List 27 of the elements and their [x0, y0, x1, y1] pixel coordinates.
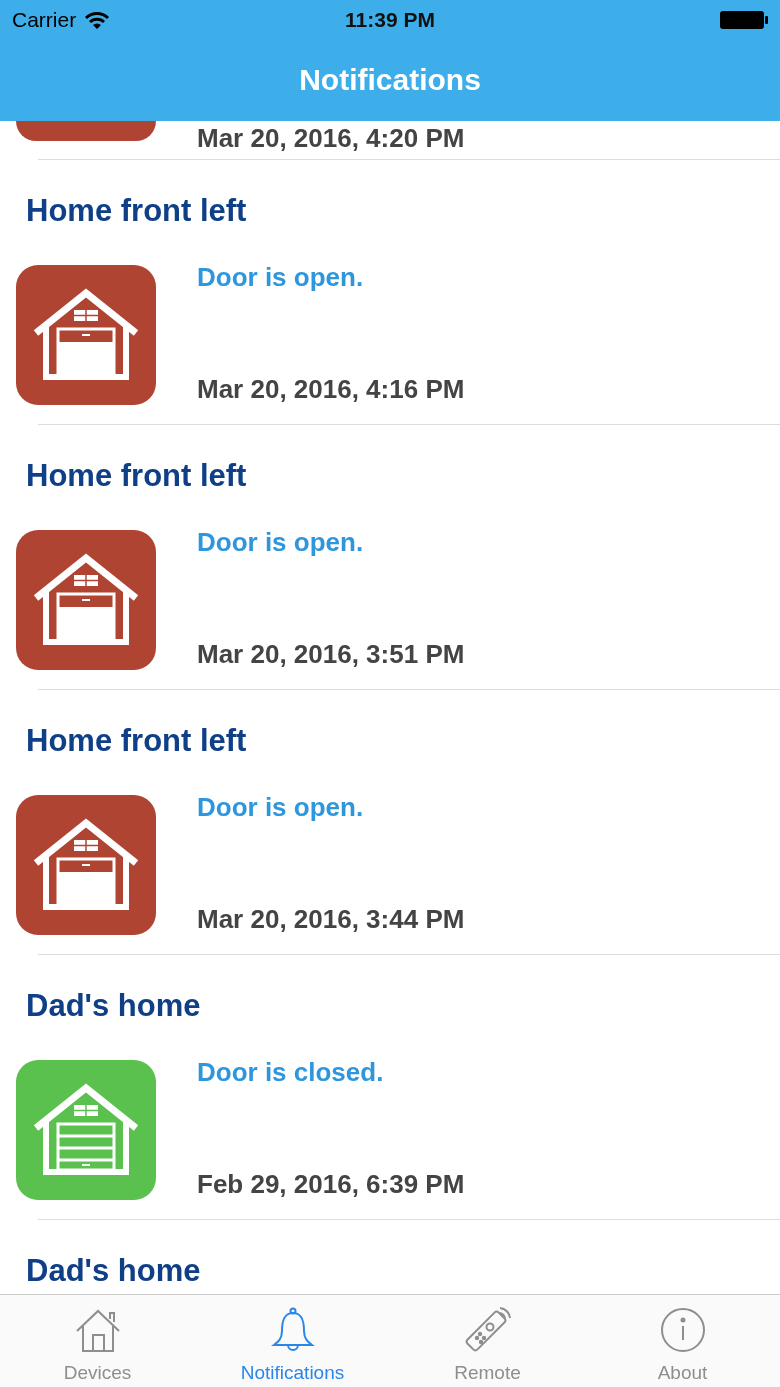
notification-message: Door is open.	[197, 262, 365, 292]
device-name: Dad's home	[26, 988, 201, 1023]
tab-bar-item[interactable]: Notifications	[195, 1295, 390, 1387]
bell-icon	[269, 1307, 316, 1353]
notification-message: Door is closed.	[197, 1057, 385, 1087]
device-name: Home front left	[26, 193, 247, 228]
notification-message: Door is open.	[197, 527, 365, 557]
tab-bar-item[interactable]: About	[585, 1295, 780, 1387]
notification-date: Mar 20, 2016, 4:20 PM	[197, 123, 465, 153]
info-icon	[659, 1307, 706, 1353]
carrier-label: Carrier	[12, 7, 77, 34]
notification-date: Feb 29, 2016, 6:39 PM	[197, 1169, 465, 1199]
device-name: Dad's home	[26, 1253, 201, 1288]
remote-control-icon	[464, 1307, 511, 1353]
tab-bar-item[interactable]: Remote	[390, 1295, 585, 1387]
wifi-icon	[84, 10, 111, 30]
status-time: 11:39 PM	[345, 7, 435, 34]
device-name: Home front left	[26, 723, 247, 758]
device-name: Home front left	[26, 458, 247, 493]
notification-date: Mar 20, 2016, 3:51 PM	[197, 639, 465, 669]
tab-bar-item[interactable]: Devices	[0, 1295, 195, 1387]
notification-date: Mar 20, 2016, 4:16 PM	[197, 374, 465, 404]
battery-icon	[720, 11, 768, 29]
house-icon	[74, 1307, 121, 1353]
notification-date: Mar 20, 2016, 3:44 PM	[197, 904, 465, 934]
screen-title: Notifications	[299, 62, 481, 98]
notification-message: Door is open.	[197, 792, 365, 822]
